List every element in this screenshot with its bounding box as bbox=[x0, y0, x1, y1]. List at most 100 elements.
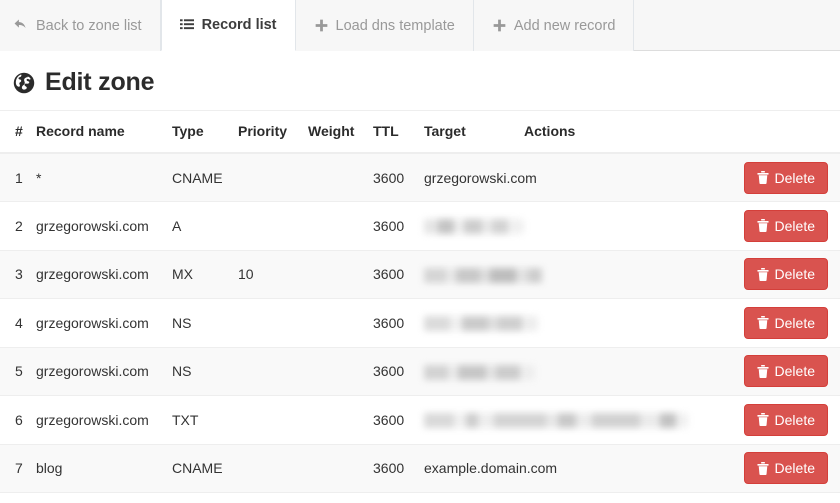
cell-actions: Delete bbox=[524, 347, 840, 396]
column-header-record-name: Record name bbox=[36, 111, 172, 154]
list-icon bbox=[180, 18, 195, 33]
redacted-target-value bbox=[424, 267, 542, 283]
redacted-target-value bbox=[424, 316, 538, 332]
cell-priority bbox=[238, 444, 308, 493]
cell-weight bbox=[308, 444, 373, 493]
cell-record-name: blog bbox=[36, 444, 172, 493]
table-row: 7 blog CNAME 3600 example.domain.com Delete bbox=[0, 444, 840, 493]
cell-target bbox=[424, 298, 538, 348]
cell-priority bbox=[238, 347, 308, 396]
cell-type: A bbox=[172, 201, 238, 251]
column-header-priority: Priority bbox=[238, 111, 308, 154]
cell-priority bbox=[238, 298, 308, 348]
tab-label: Back to zone list bbox=[36, 17, 142, 34]
cell-target: example.domain.com bbox=[424, 444, 557, 493]
column-header-type: Type bbox=[172, 111, 238, 154]
cell-weight bbox=[308, 201, 373, 251]
cell-target: grzegorowski.com bbox=[424, 153, 537, 202]
cell-actions: Delete bbox=[524, 153, 840, 202]
column-header-ttl: TTL bbox=[373, 111, 424, 154]
cell-index: 1 bbox=[0, 153, 36, 202]
plus-icon bbox=[492, 18, 507, 33]
delete-button-label: Delete bbox=[774, 217, 815, 234]
cell-target bbox=[424, 395, 688, 445]
tab-record-list[interactable]: Record list bbox=[160, 0, 296, 51]
cell-priority bbox=[238, 395, 308, 445]
cell-ttl: 3600 bbox=[373, 153, 424, 202]
delete-button-label: Delete bbox=[774, 266, 815, 283]
tab-add-new-record[interactable]: Add new record bbox=[473, 0, 635, 51]
cell-ttl: 3600 bbox=[373, 201, 424, 251]
delete-record-button[interactable]: Delete bbox=[743, 355, 828, 388]
cell-type: MX bbox=[172, 250, 238, 299]
delete-record-button[interactable]: Delete bbox=[743, 403, 828, 436]
column-header-actions: Actions bbox=[524, 111, 840, 154]
column-header-index: # bbox=[0, 111, 36, 154]
cell-type: CNAME bbox=[172, 444, 238, 493]
cell-actions: Delete bbox=[524, 298, 840, 348]
page-header: Edit zone bbox=[0, 51, 840, 111]
cell-target bbox=[424, 250, 542, 299]
cell-actions: Delete bbox=[524, 250, 840, 299]
cell-weight bbox=[308, 250, 373, 299]
cell-type: TXT bbox=[172, 395, 238, 445]
table-header-row: # Record name Type Priority Weight TTL T… bbox=[0, 111, 840, 154]
plus-icon bbox=[314, 18, 329, 33]
trash-icon bbox=[756, 171, 769, 184]
cell-target bbox=[424, 201, 524, 251]
delete-record-button[interactable]: Delete bbox=[743, 161, 828, 194]
cell-type: NS bbox=[172, 298, 238, 348]
delete-button-label: Delete bbox=[774, 411, 815, 428]
column-header-target: Target bbox=[424, 111, 524, 154]
delete-button-label: Delete bbox=[774, 460, 815, 477]
trash-icon bbox=[756, 364, 769, 378]
tab-load-dns-template[interactable]: Load dns template bbox=[295, 0, 474, 51]
delete-record-button[interactable]: Delete bbox=[743, 306, 828, 339]
cell-record-name: * bbox=[36, 153, 172, 202]
cell-priority bbox=[238, 201, 308, 251]
delete-button-label: Delete bbox=[774, 169, 815, 186]
table-row: 6 grzegorowski.com TXT 3600 Delete bbox=[0, 395, 840, 445]
cell-ttl: 3600 bbox=[373, 444, 424, 493]
dns-record-table: # Record name Type Priority Weight TTL T… bbox=[0, 111, 840, 493]
tab-label: Record list bbox=[201, 17, 277, 33]
primary-tab-bar: Back to zone list Record list Load dns t… bbox=[0, 0, 840, 51]
cell-target bbox=[424, 347, 535, 396]
cell-weight bbox=[308, 395, 373, 445]
cell-index: 5 bbox=[0, 347, 36, 396]
cell-weight bbox=[308, 347, 373, 396]
cell-index: 4 bbox=[0, 298, 36, 348]
cell-record-name: grzegorowski.com bbox=[36, 250, 172, 299]
cell-ttl: 3600 bbox=[373, 347, 424, 396]
page-title-text: Edit zone bbox=[45, 68, 155, 96]
redacted-target-value bbox=[424, 219, 524, 235]
cell-weight bbox=[308, 298, 373, 348]
cell-index: 6 bbox=[0, 395, 36, 445]
cell-weight bbox=[308, 153, 373, 202]
trash-icon bbox=[756, 267, 769, 281]
delete-record-button[interactable]: Delete bbox=[743, 258, 828, 291]
cell-record-name: grzegorowski.com bbox=[36, 395, 172, 445]
delete-button-label: Delete bbox=[774, 314, 815, 331]
delete-button-label: Delete bbox=[774, 363, 815, 380]
table-row: 3 grzegorowski.com MX 10 3600 Delete bbox=[0, 250, 840, 299]
cell-record-name: grzegorowski.com bbox=[36, 201, 172, 251]
delete-record-button[interactable]: Delete bbox=[743, 452, 828, 485]
cell-ttl: 3600 bbox=[373, 395, 424, 445]
cell-actions: Delete bbox=[524, 201, 840, 251]
tab-label: Add new record bbox=[513, 17, 616, 34]
cell-index: 7 bbox=[0, 444, 36, 493]
cell-index: 3 bbox=[0, 250, 36, 299]
cell-actions: Delete bbox=[524, 444, 840, 493]
delete-record-button[interactable]: Delete bbox=[743, 209, 828, 242]
table-body: 1 * CNAME 3600 grzegorowski.com Delete 2 grzego… bbox=[0, 153, 840, 493]
tab-back-to-zone-list[interactable]: Back to zone list bbox=[0, 0, 161, 51]
redacted-target-value bbox=[424, 413, 688, 429]
table-row: 4 grzegorowski.com NS 3600 Delete bbox=[0, 298, 840, 348]
cell-ttl: 3600 bbox=[373, 298, 424, 348]
cell-ttl: 3600 bbox=[373, 250, 424, 299]
cell-index: 2 bbox=[0, 201, 36, 251]
tab-bar-filler bbox=[634, 0, 840, 50]
table-row: 2 grzegorowski.com A 3600 Delete bbox=[0, 201, 840, 251]
cell-record-name: grzegorowski.com bbox=[36, 298, 172, 348]
